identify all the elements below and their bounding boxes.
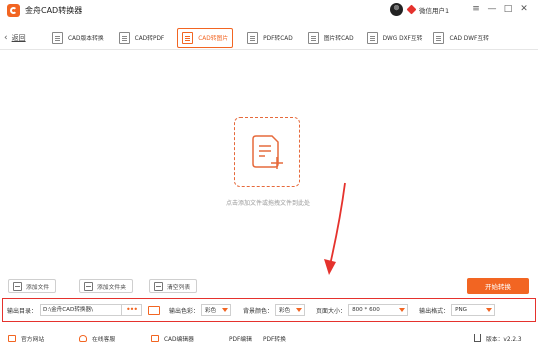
tab-cad-version[interactable]: CAD版本转换 [48,28,108,48]
pdf-convert-link[interactable]: PDF转换 [263,334,286,343]
add-file-label: 添加文件 [26,284,50,291]
document-add-icon [252,135,283,169]
tab-cad-to-image[interactable]: CAD转图片 [177,27,234,48]
dropdown-arrow-icon [399,308,406,312]
support-link[interactable]: 在线客服 [79,334,115,343]
background-color-value: 彩色 [279,308,291,314]
color-select[interactable]: 彩色 [201,304,232,316]
tab-dwg-dxf[interactable]: DWG DXF互转 [363,28,427,48]
menu-icon[interactable]: ≡ [468,3,484,16]
version-icon [474,334,481,342]
browse-button[interactable]: ••• [122,304,143,316]
folder-icon[interactable] [148,305,161,315]
clear-list-button[interactable]: 清空列表 [149,279,198,293]
pdf-convert-label: PDF转换 [263,336,286,343]
cad-editor-label: CAD编辑器 [164,336,194,343]
color-select-value: 彩色 [205,308,217,314]
tab-bar: ‹ 返回 CAD版本转换 CAD转PDF CAD转图片 PDF转CAD 图片转C… [0,26,538,50]
support-label: 在线客服 [92,336,116,343]
document-icon [433,31,445,44]
back-label[interactable]: 返回 [12,33,26,43]
tab-label: 图片转CAD [323,36,354,42]
add-file-button[interactable]: 添加文件 [8,279,57,293]
maximize-icon[interactable]: □ [500,3,516,16]
format-select[interactable]: PNG [451,304,496,316]
pdf-editor-link[interactable]: PDF编辑 [229,334,252,343]
document-icon [13,281,22,291]
drop-hint-text: 点击添加文件或拖拽文件到此处 [225,200,310,207]
dropdown-arrow-icon [296,308,303,312]
website-link[interactable]: 官方网站 [8,334,44,343]
page-size-select[interactable]: 800 * 600 [348,304,409,316]
action-row: 添加文件 添加文件夹 清空列表 开始转换 [0,276,538,296]
dropdown-arrow-icon [486,308,493,312]
folder-icon [84,281,93,291]
cad-editor-link[interactable]: CAD编辑器 [151,334,194,343]
edit-icon [151,334,159,342]
pdf-editor-label: PDF编辑 [229,336,252,343]
app-window: 金舟CAD转换器 微信用户1 ≡ — □ ✕ ‹ 返回 CAD版本转换 CAD转… [0,0,538,346]
clear-list-label: 清空列表 [167,284,191,291]
start-convert-button[interactable]: 开始转换 [467,278,529,294]
arrow-icon [324,182,346,275]
title-bar: 金舟CAD转换器 微信用户1 ≡ — □ ✕ [0,0,538,20]
vip-diamond-icon [406,4,417,15]
minimize-icon[interactable]: — [484,3,500,16]
add-file-dropzone[interactable] [234,117,300,187]
document-icon [118,31,130,44]
document-icon [307,31,319,44]
home-icon [8,334,16,342]
output-options-bar: 输出目录： D:\金舟CAD转换器\ ••• 输出色彩： 彩色 背景颜色： 彩色… [2,298,536,322]
tab-label: CAD DWF互转 [449,36,489,42]
app-title: 金舟CAD转换器 [25,5,83,15]
background-color-label: 背景颜色： [243,307,274,315]
version-info: 版本：v2.2.3 [474,334,522,343]
dropdown-arrow-icon [222,308,229,312]
output-dir-label: 输出目录： [7,307,38,315]
format-label: 输出格式： [419,307,450,315]
tab-cad-dwf[interactable]: CAD DWF互转 [429,28,492,48]
app-logo-icon [7,3,20,17]
format-value: PNG [455,307,467,313]
tab-pdf-to-cad[interactable]: PDF转CAD [243,28,297,48]
document-icon [52,31,63,44]
trash-icon [154,281,163,291]
back-button[interactable]: ‹ 返回 [4,28,40,48]
output-dir-field[interactable]: D:\金舟CAD转换器\ [40,304,123,316]
website-label: 官方网站 [21,336,45,343]
tab-label: PDF转CAD [263,36,293,42]
color-label: 输出色彩： [169,307,200,315]
version-label: 版本：v2.2.3 [486,336,522,343]
window-controls: ≡ — □ ✕ [468,3,532,16]
close-icon[interactable]: ✕ [516,3,532,16]
tab-label: CAD版本转换 [68,36,104,42]
back-arrow-icon: ‹ [4,32,8,43]
tab-cad-to-pdf[interactable]: CAD转PDF [115,28,169,48]
page-size-label: 页面大小： [316,307,347,315]
document-icon [366,31,378,44]
add-folder-label: 添加文件夹 [97,284,126,291]
tab-label: CAD转PDF [134,36,165,42]
user-name[interactable]: 微信用户1 [419,5,449,15]
document-icon [182,31,194,44]
background-color-select[interactable]: 彩色 [275,304,306,316]
footer-bar: 官方网站 在线客服 CAD编辑器 PDF编辑 PDF转换 版本：v2.2.3 [0,330,538,346]
tab-image-to-cad[interactable]: 图片转CAD [304,28,358,48]
file-drop-area[interactable]: 点击添加文件或拖拽文件到此处 [0,51,538,275]
add-folder-button[interactable]: 添加文件夹 [79,279,133,293]
avatar[interactable] [390,3,403,16]
tab-label: CAD转图片 [198,36,229,42]
tab-label: DWG DXF互转 [382,36,423,42]
person-icon [79,334,87,342]
user-account[interactable]: 微信用户1 [390,3,449,16]
document-icon [247,31,259,44]
page-size-value: 800 * 600 [352,307,380,313]
